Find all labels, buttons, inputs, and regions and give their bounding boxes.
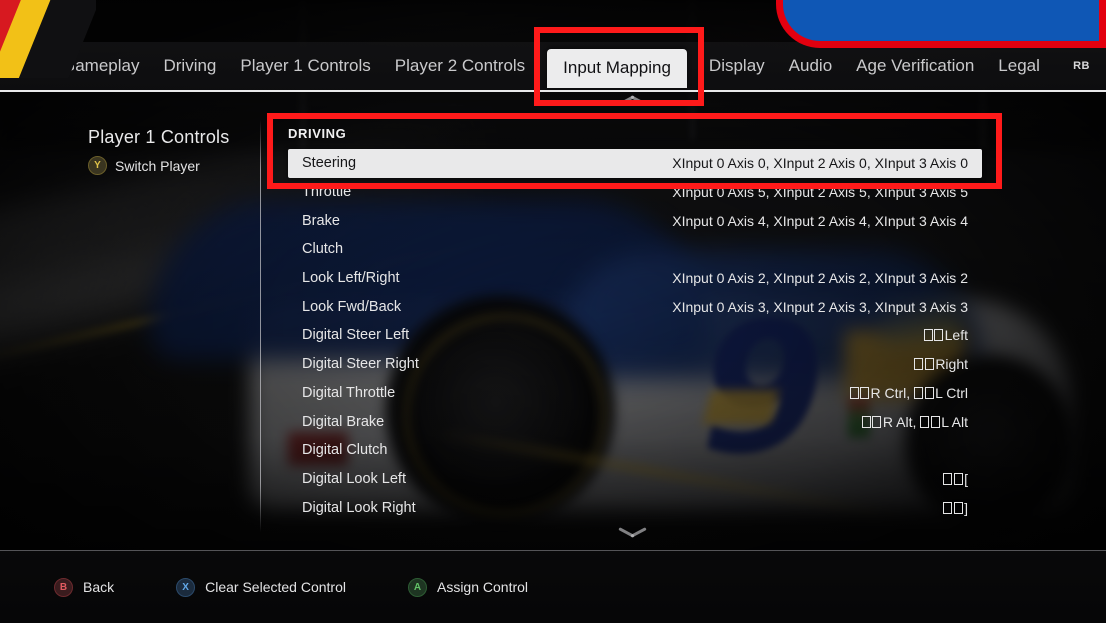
missing-glyph-icon xyxy=(924,386,934,399)
corner-banner-right xyxy=(776,0,1106,48)
mapping-row-value: XInput 0 Axis 0, XInput 2 Axis 0, XInput… xyxy=(672,155,968,172)
gamepad-b-icon: B xyxy=(54,577,73,597)
tab-audio[interactable]: Audio xyxy=(787,52,834,80)
back-label: Back xyxy=(83,579,115,595)
scroll-up-chevron-icon[interactable] xyxy=(618,96,648,112)
mapping-row-name: Digital Brake xyxy=(302,413,385,430)
mapping-row[interactable]: Brake XInput 0 Axis 4, XInput 2 Axis 4, X… xyxy=(288,206,982,235)
mapping-row-value: XInput 0 Axis 5, XInput 2 Axis 5, XInput… xyxy=(672,184,968,201)
section-heading-driving: DRIVING xyxy=(288,126,347,141)
mapping-row-name: Look Left/Right xyxy=(302,270,400,287)
mapping-row-name: Digital Clutch xyxy=(302,442,388,459)
tab-player-1-controls[interactable]: Player 1 Controls xyxy=(238,52,372,80)
mapping-row[interactable]: Digital Look Right] xyxy=(288,493,982,522)
mapping-row-value: [ xyxy=(943,471,968,487)
missing-glyph-icon xyxy=(860,386,869,399)
missing-glyph-icon xyxy=(920,415,930,428)
clear-selected-control-button[interactable]: X Clear Selected Control xyxy=(176,577,346,597)
mapping-rows: Steering XInput 0 Axis 0, XInput 2 Axis 0… xyxy=(288,149,982,522)
mapping-row-name: Digital Throttle xyxy=(302,384,396,401)
missing-glyph-icon xyxy=(953,501,963,514)
missing-glyph-icon xyxy=(953,472,963,485)
back-button[interactable]: B Back xyxy=(54,577,115,597)
mapping-row[interactable]: Digital Brake R Alt, L Alt xyxy=(288,407,982,436)
gamepad-y-icon: Y xyxy=(88,156,107,175)
mapping-row-value: XInput 0 Axis 3, XInput 2 Axis 3, XInput… xyxy=(672,298,968,315)
tab-input-mapping[interactable]: Input Mapping xyxy=(547,48,687,88)
tab-player-2-controls[interactable]: Player 2 Controls xyxy=(393,52,527,80)
assign-control-button[interactable]: A Assign Control xyxy=(407,577,529,597)
page-title: Player 1 Controls xyxy=(88,127,230,147)
mapping-row[interactable]: Look Fwd/Back XInput 0 Axis 3, XInput 2 A… xyxy=(288,292,982,321)
missing-glyph-icon xyxy=(849,386,859,399)
mapping-row[interactable]: Digital Clutch xyxy=(288,436,982,465)
mapping-row-name: Digital Look Left xyxy=(302,470,406,487)
mapping-row-name: Brake xyxy=(302,212,340,229)
mapping-row[interactable]: Digital Steer Left Left xyxy=(288,321,982,350)
mapping-row[interactable]: Digital Throttle R Ctrl, L Ctrl xyxy=(288,379,982,408)
mapping-row-value: R Alt, L Alt xyxy=(861,414,968,430)
mapping-row-name: Digital Steer Left xyxy=(302,327,410,344)
tab-display[interactable]: Display xyxy=(707,52,767,80)
missing-glyph-icon xyxy=(934,329,944,342)
mapping-row-value: R Ctrl, L Ctrl xyxy=(849,385,968,401)
mapping-row[interactable]: Digital Steer Right Right xyxy=(288,350,982,379)
mapping-row[interactable]: Steering XInput 0 Axis 0, XInput 2 Axis 0… xyxy=(288,149,982,178)
mapping-row-value: ] xyxy=(943,500,968,516)
game-settings-screen: 9 LB Gameplay Driving Player 1 Controls … xyxy=(0,0,1106,623)
tab-list: Gameplay Driving Player 1 Controls Playe… xyxy=(56,42,1050,90)
corner-flash-left xyxy=(0,0,96,78)
mapping-row-value: Left xyxy=(923,327,968,343)
mapping-row-name: Throttle xyxy=(302,184,352,201)
left-info-panel: Player 1 Controls Y Switch Player xyxy=(88,127,258,175)
missing-glyph-icon xyxy=(872,415,882,428)
mapping-row-name: Look Fwd/Back xyxy=(302,298,402,315)
clear-selected-control-label: Clear Selected Control xyxy=(205,579,346,595)
vertical-divider xyxy=(260,120,261,532)
missing-glyph-icon xyxy=(943,472,953,485)
mapping-row[interactable]: Digital Look Left [ xyxy=(288,465,982,494)
action-hint-list: B Back X Clear Selected Control A Assign… xyxy=(54,577,590,597)
mapping-row-value: XInput 0 Axis 2, XInput 2 Axis 2, XInput… xyxy=(672,270,968,287)
right-bumper-indicator[interactable]: RB xyxy=(1050,60,1090,72)
scroll-down-chevron-icon[interactable] xyxy=(618,528,648,544)
settings-tab-bar: LB Gameplay Driving Player 1 Controls Pl… xyxy=(0,42,1106,92)
input-mapping-list: DRIVING Steering XInput 0 Axis 0, XInput … xyxy=(288,126,982,522)
tab-driving[interactable]: Driving xyxy=(161,52,218,80)
mapping-row[interactable]: Look Left/Right XInput 0 Axis 2, XInput 2… xyxy=(288,264,982,293)
gamepad-a-icon: A xyxy=(407,577,427,597)
mapping-row[interactable]: Throttle XInput 0 Axis 5, XInput 2 Axis 5… xyxy=(288,178,982,207)
missing-glyph-icon xyxy=(861,415,871,428)
mapping-row-name: Digital Steer Right xyxy=(302,356,419,373)
mapping-row-name: Digital Look Right xyxy=(302,499,416,516)
missing-glyph-icon xyxy=(914,358,924,371)
assign-control-label: Assign Control xyxy=(436,579,529,595)
missing-glyph-icon xyxy=(914,386,924,399)
switch-player-label: Switch Player xyxy=(115,157,200,174)
missing-glyph-icon xyxy=(930,415,940,428)
mapping-row-value: Right xyxy=(914,356,968,372)
missing-glyph-icon xyxy=(924,358,934,371)
missing-glyph-icon xyxy=(943,501,953,514)
mapping-row[interactable]: Clutch xyxy=(288,235,982,264)
mapping-row-name: Steering xyxy=(302,155,357,172)
gamepad-x-icon: X xyxy=(176,577,196,597)
action-hint-bar: B Back X Clear Selected Control A Assign… xyxy=(0,550,1106,623)
mapping-row-name: Clutch xyxy=(302,241,344,258)
missing-glyph-icon xyxy=(923,329,933,342)
tab-legal[interactable]: Legal xyxy=(996,52,1042,80)
switch-player-button[interactable]: Y Switch Player xyxy=(88,156,258,175)
tab-age-verification[interactable]: Age Verification xyxy=(854,52,976,80)
mapping-row-value: XInput 0 Axis 4, XInput 2 Axis 4, XInput… xyxy=(672,212,968,229)
